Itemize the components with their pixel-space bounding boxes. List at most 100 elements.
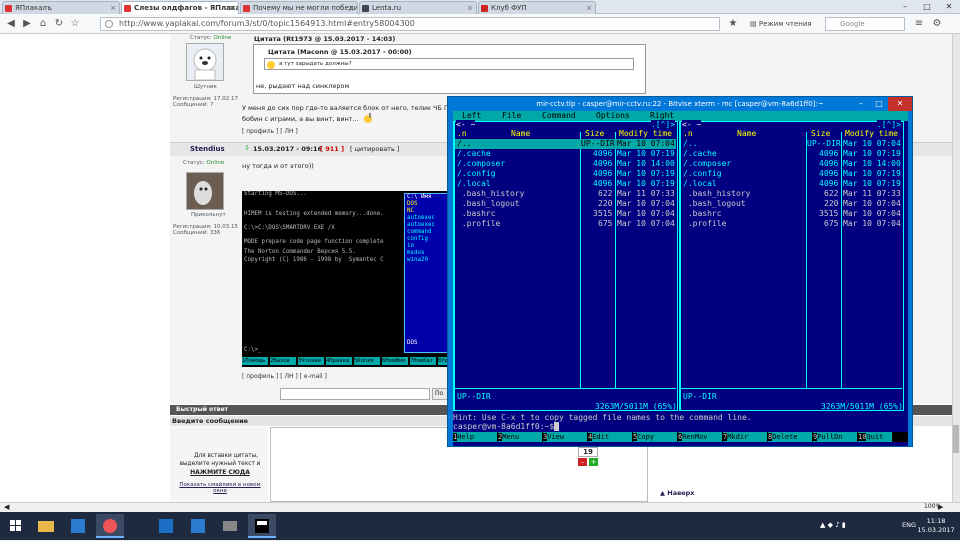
avatar[interactable]	[186, 43, 224, 81]
menu-icon[interactable]: ≡	[912, 17, 926, 31]
app-icon[interactable]	[64, 514, 92, 538]
settings-icon[interactable]: ⚙	[930, 17, 944, 31]
close-icon[interactable]: ✕	[938, 0, 960, 14]
f9-pulldn-button[interactable]: 9PullDn	[813, 432, 857, 442]
f1-help-button[interactable]: 1Help	[453, 432, 497, 442]
post-body: ну тогда и от этого))	[242, 162, 314, 170]
panel-status: UP--DIR	[457, 392, 491, 401]
scrollbar-thumb[interactable]	[953, 425, 959, 453]
terminal-window: mir-cctv.tlp - casper@mir-cctv.ru:22 - B…	[447, 96, 913, 447]
tab-oldfag-tears[interactable]: Слезы олдфагов - ЯПлакалъ×	[121, 1, 239, 14]
file-row[interactable]: .bash_history 622 Mar 11 07:33	[455, 189, 676, 199]
search-input[interactable]: Google	[825, 17, 905, 31]
file-row[interactable]: .bash_logout 220 Mar 10 07:04	[681, 199, 902, 209]
reader-mode-button[interactable]: ▤ Режим чтения	[750, 17, 812, 31]
close-tab-icon[interactable]: ×	[467, 2, 473, 14]
back-to-top-link[interactable]: ▲ Наверх	[660, 489, 694, 497]
file-row[interactable]: /.cache 4096 Mar 10 07:19	[681, 149, 902, 159]
maximize-icon[interactable]: □	[870, 97, 888, 111]
start-icon[interactable]	[2, 514, 30, 538]
home-icon[interactable]: ⌂	[36, 17, 50, 31]
tab-club-fup[interactable]: Клуб ФУП ×	[478, 1, 596, 14]
terminal-taskbar-icon[interactable]	[152, 514, 180, 538]
f3-view-button[interactable]: 3View	[543, 432, 587, 442]
f10-quit-button[interactable]: 10Quit	[858, 432, 892, 442]
menu-file[interactable]: File	[502, 111, 521, 121]
file-row[interactable]: /.composer 4096 Mar 10 14:00	[681, 159, 902, 169]
plus-button[interactable]: +	[589, 458, 598, 466]
quote-button[interactable]: [ цитировать ]	[350, 145, 399, 153]
bookmarks-icon[interactable]: ☆	[68, 17, 82, 31]
file-row[interactable]: /.. UP--DIR Mar 10 07:04	[681, 139, 902, 149]
browser-taskbar-icon[interactable]	[96, 514, 124, 538]
show-smileys-link[interactable]: Показать смайлики в новом окне	[174, 482, 266, 494]
tab-lenta[interactable]: Lenta.ru ×	[359, 1, 477, 14]
file-row[interactable]: /.cache 4096 Mar 10 07:19	[455, 149, 676, 159]
profile-links[interactable]: [ профиль ] [ ЛН ]	[242, 128, 298, 135]
file-row[interactable]: .bash_history 622 Mar 11 07:33	[681, 189, 902, 199]
avatar[interactable]	[186, 172, 224, 210]
file-row[interactable]: /.config 4096 Mar 10 07:19	[455, 169, 676, 179]
mc-right-panel[interactable]: <- ~ .[^]> .n Name Size Modify time /.. U…	[679, 120, 904, 411]
close-tab-icon[interactable]: ×	[348, 2, 354, 14]
scroll-left-icon[interactable]: ◀	[4, 503, 9, 511]
zoom-level[interactable]: 100%	[924, 503, 941, 510]
file-row[interactable]: .bashrc 3515 Mar 10 07:04	[455, 209, 676, 219]
user-rank: Шутник	[194, 84, 217, 90]
file-row[interactable]: /.. UP--DIR Mar 10 07:04	[455, 139, 676, 149]
close-tab-icon[interactable]: ×	[586, 2, 592, 14]
panel-status: UP--DIR	[683, 392, 717, 401]
file-row[interactable]: /.local 4096 Mar 10 07:19	[681, 179, 902, 189]
forward-icon[interactable]: ▶	[20, 17, 34, 31]
f5-copy-button[interactable]: 5Copy	[633, 432, 677, 442]
close-tab-icon[interactable]: ×	[110, 2, 116, 14]
file-row[interactable]: /.config 4096 Mar 10 07:19	[681, 169, 902, 179]
mc-left-panel[interactable]: <- ~ .[^]> .n Name Size Modify time /.. U…	[453, 120, 678, 411]
f2-menu-button[interactable]: 2Menu	[498, 432, 542, 442]
back-icon[interactable]: ◀	[4, 17, 18, 31]
remote-desktop-icon[interactable]	[184, 514, 212, 538]
clock[interactable]: 11:18 15.03.2017	[916, 517, 956, 535]
f8-delete-button[interactable]: 8Delete	[768, 432, 812, 442]
star-bookmark-icon[interactable]: ★	[726, 17, 740, 31]
file-row[interactable]: .profile 675 Mar 10 07:04	[681, 219, 902, 229]
minus-button[interactable]: –	[578, 458, 587, 466]
file-row[interactable]: .bash_logout 220 Mar 10 07:04	[455, 199, 676, 209]
tray-icons[interactable]: ▲ ◆ ♪ ▮	[820, 521, 846, 529]
navigation-bar: ◀ ▶ ⌂ ↻ ☆ http://www.yaplakal.com/forum3…	[0, 14, 960, 34]
file-row[interactable]: .bashrc 3515 Mar 10 07:04	[681, 209, 902, 219]
f4-edit-button[interactable]: 4Edit	[588, 432, 632, 442]
close-tab-icon[interactable]: ×	[229, 2, 235, 14]
address-bar[interactable]: http://www.yaplakal.com/forum3/st/0/topi…	[100, 17, 720, 31]
maximize-icon[interactable]: □	[916, 0, 938, 14]
f6-renmov-button[interactable]: 6RenMov	[678, 432, 722, 442]
terminal-screen[interactable]: Left File Command Options Right <- ~ .[^…	[453, 111, 908, 446]
file-row[interactable]: .profile 675 Mar 10 07:04	[455, 219, 676, 229]
menu-command[interactable]: Command	[542, 111, 576, 121]
menu-options[interactable]: Options	[596, 111, 630, 121]
tab-why-couldnt[interactable]: Почему мы не могли победи... ×	[240, 1, 358, 14]
profile-links[interactable]: [ профиль ] [ ЛН ] [ e-mail ]	[242, 373, 327, 380]
command-prompt[interactable]: casper@vm-8a6d1ff0:~$_	[453, 422, 559, 432]
search-field[interactable]	[280, 388, 430, 400]
file-row[interactable]: /.local 4096 Mar 10 07:19	[455, 179, 676, 189]
f7-mkdir-button[interactable]: 7Mkdir	[723, 432, 767, 442]
minimize-icon[interactable]: –	[852, 97, 870, 111]
browser-tab-bar: ЯПлакалъ× Слезы олдфагов - ЯПлакалъ× Поч…	[0, 0, 960, 14]
insert-quote-link[interactable]: НАЖМИТЕ СЮДА	[174, 469, 266, 476]
minimize-icon[interactable]: –	[894, 0, 916, 14]
dos-function-keys: 1Помощь 2Вызов 3Чтение 4Правка 5Копия 6Н…	[242, 357, 468, 365]
post-author[interactable]: Stendius	[190, 145, 225, 153]
close-icon[interactable]: ✕	[888, 97, 912, 111]
file-row[interactable]: /.composer 4096 Mar 10 14:00	[455, 159, 676, 169]
tab-yaplakal[interactable]: ЯПлакалъ ×	[2, 1, 120, 14]
site-favicon-icon	[362, 5, 369, 12]
post-date: 15.03.2017 - 09:16	[253, 145, 323, 153]
refresh-icon[interactable]: ↻	[52, 17, 66, 31]
file-explorer-icon[interactable]	[32, 514, 60, 538]
language-indicator[interactable]: ENG	[902, 521, 916, 529]
post-link-icon[interactable]: ⇩	[244, 145, 251, 152]
post-number[interactable]: [ 911 ]	[320, 145, 344, 153]
app-icon[interactable]	[216, 514, 244, 538]
bitvise-taskbar-icon[interactable]	[248, 514, 276, 538]
